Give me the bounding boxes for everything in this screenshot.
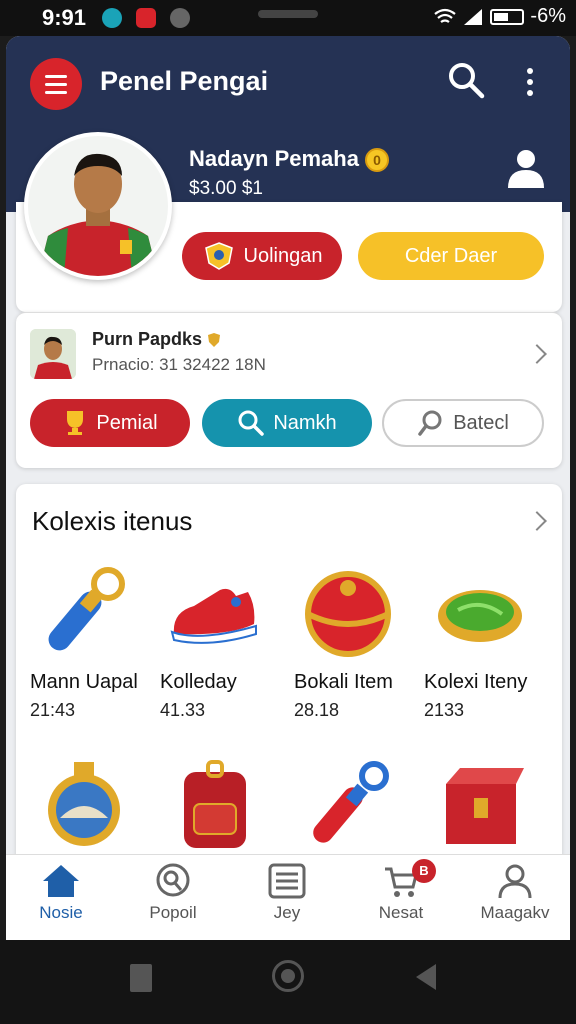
item-value: 21:43 — [30, 700, 76, 720]
primary-action-label: Uolingan — [243, 244, 323, 267]
search-icon[interactable] — [446, 60, 486, 100]
download-notification-icon — [170, 8, 190, 28]
nav-label: Popoil — [149, 903, 197, 922]
player-name-text: Purn Papdks — [92, 329, 203, 349]
player-name: Purn Papdks — [92, 329, 221, 350]
user-icon[interactable] — [504, 146, 548, 190]
item-value: 28.18 — [294, 700, 340, 720]
search-icon — [238, 410, 265, 436]
collection-item[interactable] — [294, 754, 424, 859]
collection-item[interactable]: Kolleday 41.33 — [160, 562, 290, 721]
player-action-2-label: Namkh — [273, 411, 337, 434]
search-icon — [418, 410, 442, 436]
item-value: 2133 — [424, 700, 465, 720]
nav-label: Nosie — [39, 903, 83, 922]
trophy-icon — [67, 411, 84, 435]
secondary-action-button[interactable]: Cder Daer — [358, 232, 544, 280]
search-icon — [156, 863, 190, 897]
item-name: Kolexi Iteny — [424, 671, 528, 693]
profile-name: Nadayn Pemaha 0 — [189, 146, 389, 173]
coin-badge: 0 — [364, 148, 389, 173]
player-action-1-label: Pemial — [96, 411, 158, 434]
whistle-icon — [48, 567, 125, 651]
item-name: Bokali Item — [294, 671, 393, 693]
collection-item[interactable] — [424, 754, 554, 859]
player-subtitle: Prnacio: 31 32422 18N — [92, 355, 266, 374]
system-navigation-bar — [0, 940, 576, 1024]
player-avatar — [30, 329, 76, 379]
player-portrait — [28, 136, 168, 276]
secondary-action-label: Cder Daer — [404, 244, 498, 267]
nav-label: Nesat — [378, 903, 424, 922]
whistle-icon — [313, 761, 389, 843]
recents-button[interactable] — [130, 964, 152, 992]
collection-item[interactable]: Kolexi Iteny 2133 — [424, 562, 554, 721]
nav-item-cart[interactable]: B Nesat — [346, 859, 456, 923]
profile-balance: $3.00 $1 — [189, 178, 263, 199]
backpack-icon — [184, 760, 246, 848]
nav-item-home[interactable]: Nosie — [6, 863, 116, 923]
collection-title: Kolexis itenus — [32, 506, 193, 536]
nav-item-list[interactable]: Jey — [232, 863, 342, 923]
list-icon — [268, 863, 306, 899]
nav-label: Jey — [273, 903, 301, 922]
collection-item[interactable] — [160, 754, 290, 859]
bottom-navigation: Nosie Popoil Jey B Nesat Maagakv — [6, 854, 570, 940]
battery-icon — [490, 8, 525, 25]
status-time: 9:91 — [42, 5, 87, 30]
player-action-2-button[interactable]: Namkh — [202, 399, 372, 447]
gem-plate-icon — [438, 590, 522, 642]
nav-item-search[interactable]: Popoil — [118, 863, 228, 923]
avatar[interactable] — [24, 132, 172, 280]
app-title: Penel Pengai — [100, 66, 269, 96]
chevron-right-icon[interactable] — [527, 344, 547, 364]
profile-name-text: Nadayn Pemaha — [189, 146, 359, 171]
player-card[interactable]: Purn Papdks Prnacio: 31 32422 18N Pemial… — [16, 312, 562, 468]
collection-item[interactable] — [30, 754, 160, 859]
nav-item-profile[interactable]: Maagakv — [460, 863, 570, 923]
game-notification-icon — [136, 8, 156, 28]
camera-cutout — [258, 10, 318, 18]
nav-label: Maagakv — [480, 903, 550, 922]
home-button[interactable] — [272, 960, 304, 992]
menu-button[interactable] — [30, 58, 82, 110]
app-notification-icon — [102, 8, 122, 28]
primary-action-button[interactable]: Uolingan — [182, 232, 342, 280]
shoe-icon — [170, 588, 257, 644]
battery-level: -6% — [530, 5, 566, 27]
item-name: Mann Uapal — [30, 671, 138, 693]
player-action-3-button[interactable]: Batecl — [382, 399, 544, 447]
item-value: 41.33 — [160, 700, 206, 720]
shield-icon — [208, 333, 221, 348]
collection-item[interactable]: Mann Uapal 21:43 — [30, 562, 160, 721]
collection-item[interactable]: Bokali Item 28.18 — [294, 562, 424, 721]
home-icon — [43, 865, 79, 897]
phone-frame: 9:91 -6% Penel Pengai Nadayn Pemaha 0 $3.… — [0, 0, 576, 1024]
wifi-icon — [434, 8, 457, 23]
chevron-right-icon[interactable] — [527, 511, 547, 531]
crest-icon — [204, 242, 233, 270]
medal-icon — [48, 762, 120, 846]
cart-badge: B — [412, 859, 436, 883]
status-right: -6% — [434, 5, 566, 28]
item-name: Kolleday — [160, 671, 237, 693]
more-options-button[interactable] — [518, 64, 542, 100]
signal-icon — [464, 8, 483, 25]
player-action-1-button[interactable]: Pemial — [30, 399, 190, 447]
collection-card: Kolexis itenus Mann Uapal 21:43 Kolleday… — [16, 484, 562, 904]
back-icon[interactable] — [412, 962, 440, 992]
chest-icon — [446, 768, 524, 844]
ball-icon — [305, 571, 391, 657]
player-action-3-label: Batecl — [453, 411, 509, 434]
user-icon — [498, 864, 532, 899]
status-bar: 9:91 -6% — [0, 0, 576, 36]
app-screen: Penel Pengai Nadayn Pemaha 0 $3.00 $1 Uo… — [6, 36, 570, 940]
